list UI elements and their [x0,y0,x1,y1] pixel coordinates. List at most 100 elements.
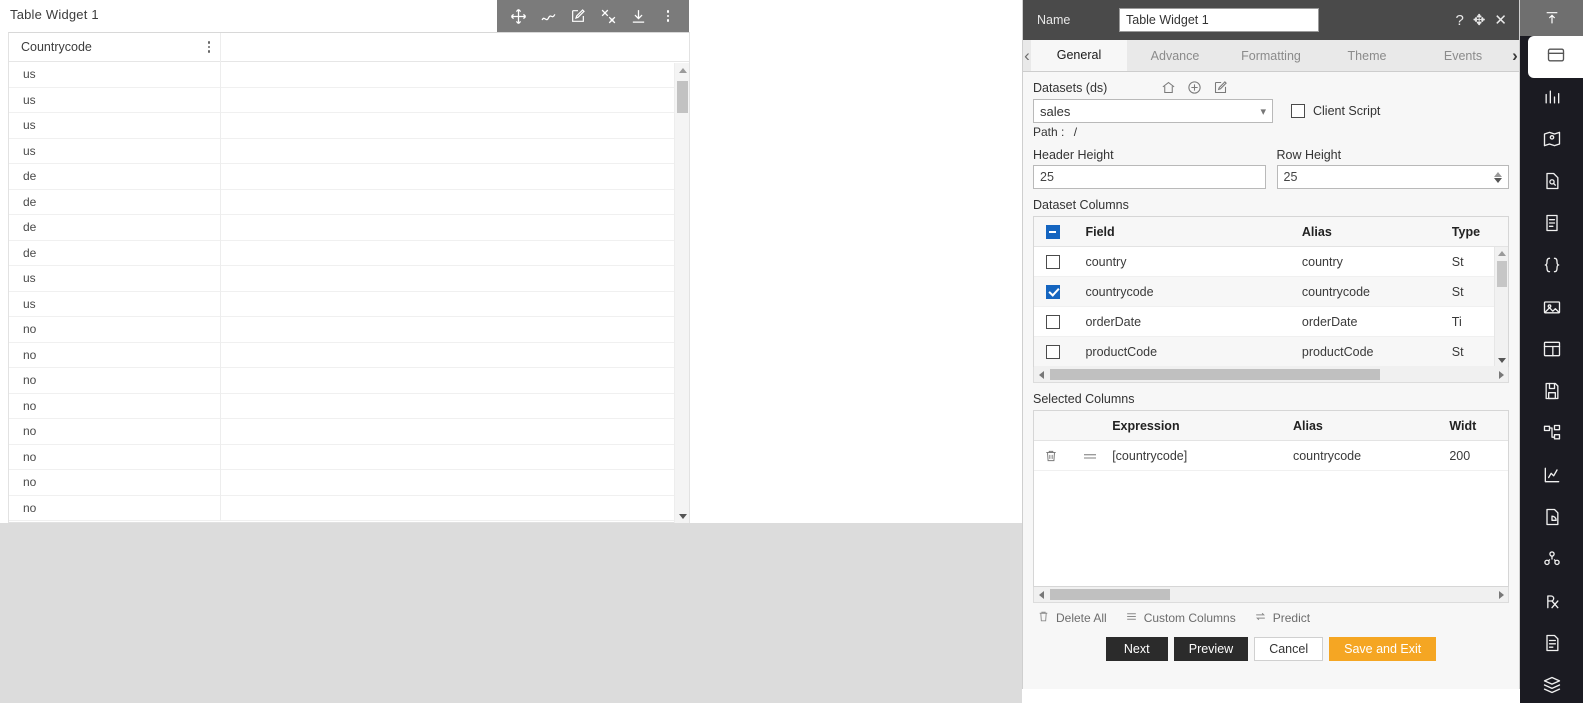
table-row[interactable]: us [9,138,689,164]
row-checkbox[interactable] [1034,284,1071,299]
dataset-column-row[interactable]: country country St [1034,247,1508,277]
pin-top-icon[interactable] [1520,0,1583,36]
rail-item-chart[interactable] [1520,78,1583,120]
rail-item-prescription[interactable] [1520,582,1583,624]
dataset-columns-vscrollbar[interactable] [1494,247,1508,366]
row-checkbox[interactable] [1034,254,1071,269]
table-row[interactable]: no [9,418,689,445]
scroll-thumb[interactable] [1050,589,1170,600]
add-circle-icon[interactable] [1187,80,1202,95]
tabs-next-arrow[interactable]: › [1511,40,1519,71]
table-row[interactable]: no [9,316,689,343]
table-widget[interactable]: Countrycode us us us us de de de de us us no no no no… [8,32,690,523]
table-vertical-scrollbar[interactable] [674,63,689,523]
row-checkbox[interactable] [1034,314,1071,329]
column-menu-icon[interactable] [207,41,210,53]
scroll-down-icon[interactable] [675,509,690,523]
rail-item-layout[interactable] [1520,330,1583,372]
header-alias: Alias [1301,224,1332,239]
table-row[interactable]: no [9,342,689,368]
tabs-prev-arrow[interactable]: ‹ [1023,40,1031,71]
table-row[interactable]: no [9,367,689,394]
download-icon[interactable] [623,0,653,32]
scroll-thumb[interactable] [1050,369,1380,380]
tab-theme[interactable]: Theme [1319,40,1415,71]
table-row[interactable]: de [9,214,689,241]
home-icon[interactable] [1161,80,1176,95]
tab-general[interactable]: General [1031,40,1127,71]
rail-item-analytics[interactable] [1520,456,1583,498]
drag-handle-icon[interactable] [1067,451,1112,461]
rail-item-report[interactable] [1520,204,1583,246]
rail-item-script[interactable] [1520,624,1583,666]
rail-item-image[interactable] [1520,288,1583,330]
rail-item-save-file[interactable] [1520,372,1583,414]
action-delete-all[interactable]: Delete All [1037,610,1107,626]
help-icon[interactable]: ? [1456,13,1464,28]
trash-icon[interactable] [1034,449,1067,463]
rail-item-stack[interactable] [1520,666,1583,703]
edit-icon[interactable] [563,0,593,32]
tab-events[interactable]: Events [1415,40,1511,71]
dataset-column-row[interactable]: productCode productCode St [1034,337,1508,367]
selected-column-row[interactable]: [countrycode] countrycode 200 [1034,441,1508,471]
rail-item-group[interactable] [1520,540,1583,582]
row-height-stepper[interactable] [1494,171,1502,183]
table-row[interactable]: no [9,469,689,496]
table-row[interactable]: de [9,189,689,215]
widget-name-input[interactable] [1119,8,1319,32]
row-height-input[interactable]: 25 [1276,165,1509,189]
scroll-right-icon[interactable] [1494,370,1508,379]
table-row[interactable]: no [9,495,689,521]
table-row[interactable]: no [9,393,689,419]
tab-formatting[interactable]: Formatting [1223,40,1319,71]
rail-item-page-pie[interactable] [1520,498,1583,540]
move-icon[interactable] [503,0,533,32]
cell-field: country [1085,254,1127,269]
scroll-left-icon[interactable] [1034,370,1048,379]
action-predict[interactable]: Predict [1254,610,1310,626]
scroll-left-icon[interactable] [1034,590,1048,599]
selected-columns-hscrollbar[interactable] [1033,587,1509,603]
table-row[interactable]: de [9,240,689,266]
pen-icon[interactable] [533,0,563,32]
button-next[interactable]: Next [1105,637,1168,661]
select-all-checkbox[interactable] [1034,224,1071,239]
column-header-countrycode[interactable]: Countrycode [9,32,221,62]
dataset-select[interactable]: sales ▾ [1033,99,1273,123]
tools-icon[interactable] [593,0,623,32]
table-row[interactable]: us [9,112,689,139]
row-checkbox[interactable] [1034,344,1071,359]
scroll-thumb[interactable] [1497,261,1507,287]
tab-advance[interactable]: Advance [1127,40,1223,71]
edit-icon[interactable] [1213,80,1228,95]
dataset-column-row[interactable]: orderDate orderDate Ti [1034,307,1508,337]
button-preview[interactable]: Preview [1173,637,1249,661]
rail-item-code-braces[interactable] [1520,246,1583,288]
table-row[interactable]: de [9,163,689,190]
rail-item-map[interactable] [1520,120,1583,162]
table-row[interactable]: us [9,62,689,88]
client-script-checkbox[interactable] [1291,104,1305,118]
more-vertical-icon[interactable] [653,0,683,32]
dataset-columns-hscrollbar[interactable] [1033,367,1509,383]
scroll-right-icon[interactable] [1494,590,1508,599]
button-save-and-exit[interactable]: Save and Exit [1329,637,1437,661]
scroll-up-icon[interactable] [675,63,690,77]
table-row[interactable]: us [9,265,689,292]
table-row[interactable]: us [9,291,689,317]
header-height-input[interactable]: 25 [1033,165,1266,189]
button-cancel[interactable]: Cancel [1254,637,1324,661]
move-panel-icon[interactable]: ✥ [1473,13,1486,28]
dataset-column-row[interactable]: countrycode countrycode St [1034,277,1508,307]
scroll-down-icon[interactable] [1495,354,1509,366]
rail-item-hierarchy[interactable] [1520,414,1583,456]
scroll-up-icon[interactable] [1495,247,1509,259]
close-icon[interactable]: ✕ [1494,13,1507,28]
action-custom-columns[interactable]: Custom Columns [1125,610,1236,626]
scroll-thumb[interactable] [677,81,688,113]
rail-item-widget[interactable] [1528,36,1583,78]
table-row[interactable]: us [9,87,689,113]
rail-item-document-search[interactable] [1520,162,1583,204]
table-row[interactable]: no [9,444,689,470]
